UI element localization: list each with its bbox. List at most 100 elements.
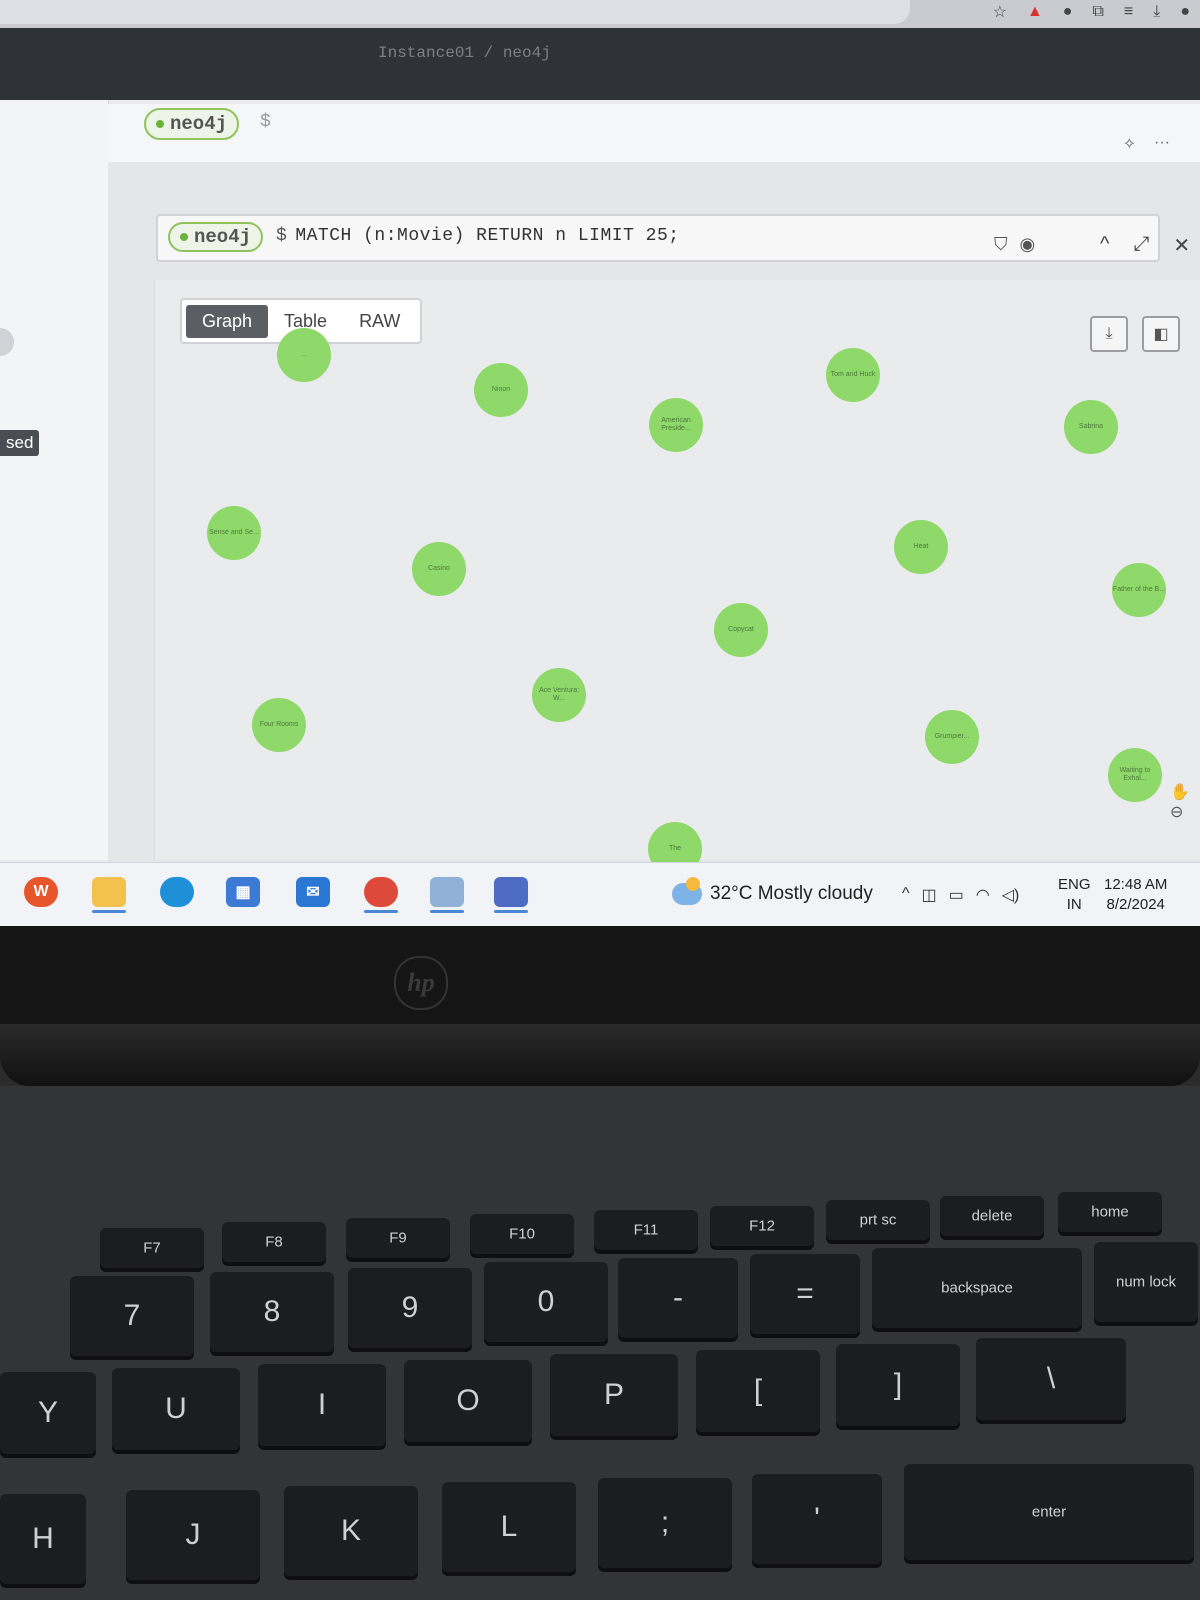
key-left-bracket: [ [696, 1350, 820, 1432]
address-bar[interactable] [0, 0, 910, 24]
editor-prompt: $ [260, 112, 271, 132]
more-icon[interactable]: ··· [1154, 134, 1170, 154]
language-region: IN [1066, 896, 1082, 913]
graph-node[interactable]: Four Rooms [252, 698, 306, 752]
key-right-bracket: ] [836, 1344, 960, 1426]
graph-node[interactable]: ... [277, 328, 331, 382]
key-enter: enter [904, 1464, 1194, 1560]
star-icon[interactable]: ☆ [993, 2, 1007, 22]
key-f11: F11 [594, 1210, 698, 1250]
graph-node[interactable]: Ace Ventura: W... [532, 668, 586, 722]
pin-icon[interactable]: ◉ [1020, 234, 1036, 255]
frame-query-text: MATCH (n:Movie) RETURN n LIMIT 25; [295, 226, 680, 246]
graph-node[interactable]: Copycat [714, 603, 768, 657]
key-u: U [112, 1368, 240, 1450]
key-9: 9 [348, 1268, 472, 1348]
laptop-hinge [0, 1024, 1200, 1086]
meet-icon[interactable]: ◫ [922, 885, 937, 905]
frame-query[interactable]: $ MATCH (n:Movie) RETURN n LIMIT 25; [276, 226, 680, 246]
key-home: home [1058, 1192, 1162, 1232]
graph-node[interactable]: Grumpi­er... [925, 710, 979, 764]
profile-icon[interactable]: ● [1180, 3, 1190, 21]
graph-node[interactable]: Sabrina [1064, 400, 1118, 454]
query-editor[interactable]: neo4j $ ✧ ··· [108, 104, 1200, 163]
neo4j-desktop-icon[interactable] [494, 877, 528, 913]
browser-toolbar: ☆ ▲ ● ⧉ ≡ ⤓ ● [993, 0, 1190, 24]
taskbar: W ▦ ✉ 32°C Mostly cloudy ^ ◫ ▭ ◠ ◁) ENG … [0, 862, 1200, 927]
graph-node[interactable]: Sense and Se... [207, 506, 261, 560]
collapse-icon[interactable]: ^ [1100, 233, 1109, 258]
extensions-icon[interactable]: ⧉ [1092, 3, 1103, 21]
zoom-controls: ✋ ⊖ [1170, 782, 1190, 822]
file-explorer-icon[interactable] [92, 877, 126, 913]
app-title-bar: Instance01 / neo4j [0, 28, 1200, 100]
favorite-icon[interactable]: ✧ [1123, 134, 1136, 154]
zoom-out-icon[interactable]: ⊖ [1170, 802, 1190, 822]
notepad-icon[interactable] [430, 877, 464, 913]
language-code: ENG [1058, 876, 1091, 893]
clock[interactable]: 12:48 AM 8/2/2024 [1104, 875, 1167, 915]
mail-icon[interactable]: ✉ [296, 877, 330, 907]
record-icon[interactable]: ● [1063, 3, 1073, 21]
tab-raw[interactable]: RAW [343, 305, 416, 338]
laptop-bezel [0, 926, 1200, 1026]
key-f7: F7 [100, 1228, 204, 1268]
system-tray: ^ ◫ ▭ ◠ ◁) [902, 885, 1019, 905]
key-num-lock: num lock [1094, 1242, 1198, 1322]
key-f10: F10 [470, 1214, 574, 1254]
key-semicolon: ; [598, 1478, 732, 1568]
sidebar [0, 100, 109, 860]
reading-list-icon[interactable]: ≡ [1124, 3, 1133, 21]
side-tag: sed [0, 430, 40, 456]
key-minus: - [618, 1258, 738, 1338]
chevron-up-icon[interactable]: ^ [902, 885, 910, 905]
side-panel-icon[interactable]: ◧ [1142, 316, 1180, 352]
frame-actions: ^ ⤢ ✕ [1100, 233, 1190, 258]
close-icon[interactable]: ✕ [1173, 233, 1190, 258]
chrome-icon[interactable] [364, 877, 398, 913]
database-badge: neo4j [144, 108, 240, 140]
key-i: I [258, 1364, 386, 1446]
key-f8: F8 [222, 1222, 326, 1262]
graph-node[interactable]: Casino [412, 542, 466, 596]
hp-logo: hp [394, 956, 448, 1010]
weather-text: 32°C Mostly cloudy [710, 883, 873, 904]
database-name: neo4j [170, 113, 228, 135]
key-j: J [126, 1490, 260, 1580]
battery-icon[interactable]: ▭ [949, 885, 964, 905]
screen: ☆ ▲ ● ⧉ ≡ ⤓ ● Instance01 / neo4j sed neo… [0, 0, 1200, 930]
edge-icon[interactable] [160, 877, 194, 907]
graph-node[interactable]: Waiting to Exhal... [1108, 748, 1162, 802]
tab-graph[interactable]: Graph [186, 304, 269, 338]
download-icon[interactable]: ⤓ [1090, 316, 1128, 352]
wifi-icon[interactable]: ◠ [976, 885, 990, 905]
key-f9: F9 [346, 1218, 450, 1258]
key-7: 7 [70, 1276, 194, 1356]
key-delete: delete [940, 1196, 1044, 1236]
key-f12: F12 [710, 1206, 814, 1246]
frame-database-badge: neo4j [168, 222, 264, 252]
fullscreen-icon[interactable]: ⤢ [1133, 233, 1149, 258]
key-prt-sc: prt sc [826, 1200, 930, 1240]
store-icon[interactable]: ▦ [226, 877, 260, 907]
graph-node[interactable]: Ninon [474, 363, 528, 417]
bookmark-icon[interactable]: ⛉ [994, 234, 1008, 255]
warning-icon[interactable]: ▲ [1027, 3, 1043, 21]
hand-icon[interactable]: ✋ [1170, 782, 1190, 802]
key-equals: = [750, 1254, 860, 1334]
cloud-sun-icon [672, 877, 702, 905]
language-indicator[interactable]: ENG IN [1058, 875, 1091, 915]
graph-node[interactable]: America­n Preside... [649, 398, 703, 452]
key-l: L [442, 1482, 576, 1572]
wps-office-icon[interactable]: W [24, 877, 58, 907]
graph-node[interactable]: Tom and Huck [826, 348, 880, 402]
key-backslash: \ [976, 1338, 1126, 1420]
graph-node[interactable]: Heat [894, 520, 948, 574]
key-quote: ' [752, 1474, 882, 1564]
download-icon[interactable]: ⤓ [1153, 3, 1160, 21]
key-o: O [404, 1360, 532, 1442]
speaker-icon[interactable]: ◁) [1002, 885, 1020, 905]
weather-widget[interactable]: 32°C Mostly cloudy [672, 877, 873, 905]
graph-node[interactable]: Father of the B... [1112, 563, 1166, 617]
key-p: P [550, 1354, 678, 1436]
